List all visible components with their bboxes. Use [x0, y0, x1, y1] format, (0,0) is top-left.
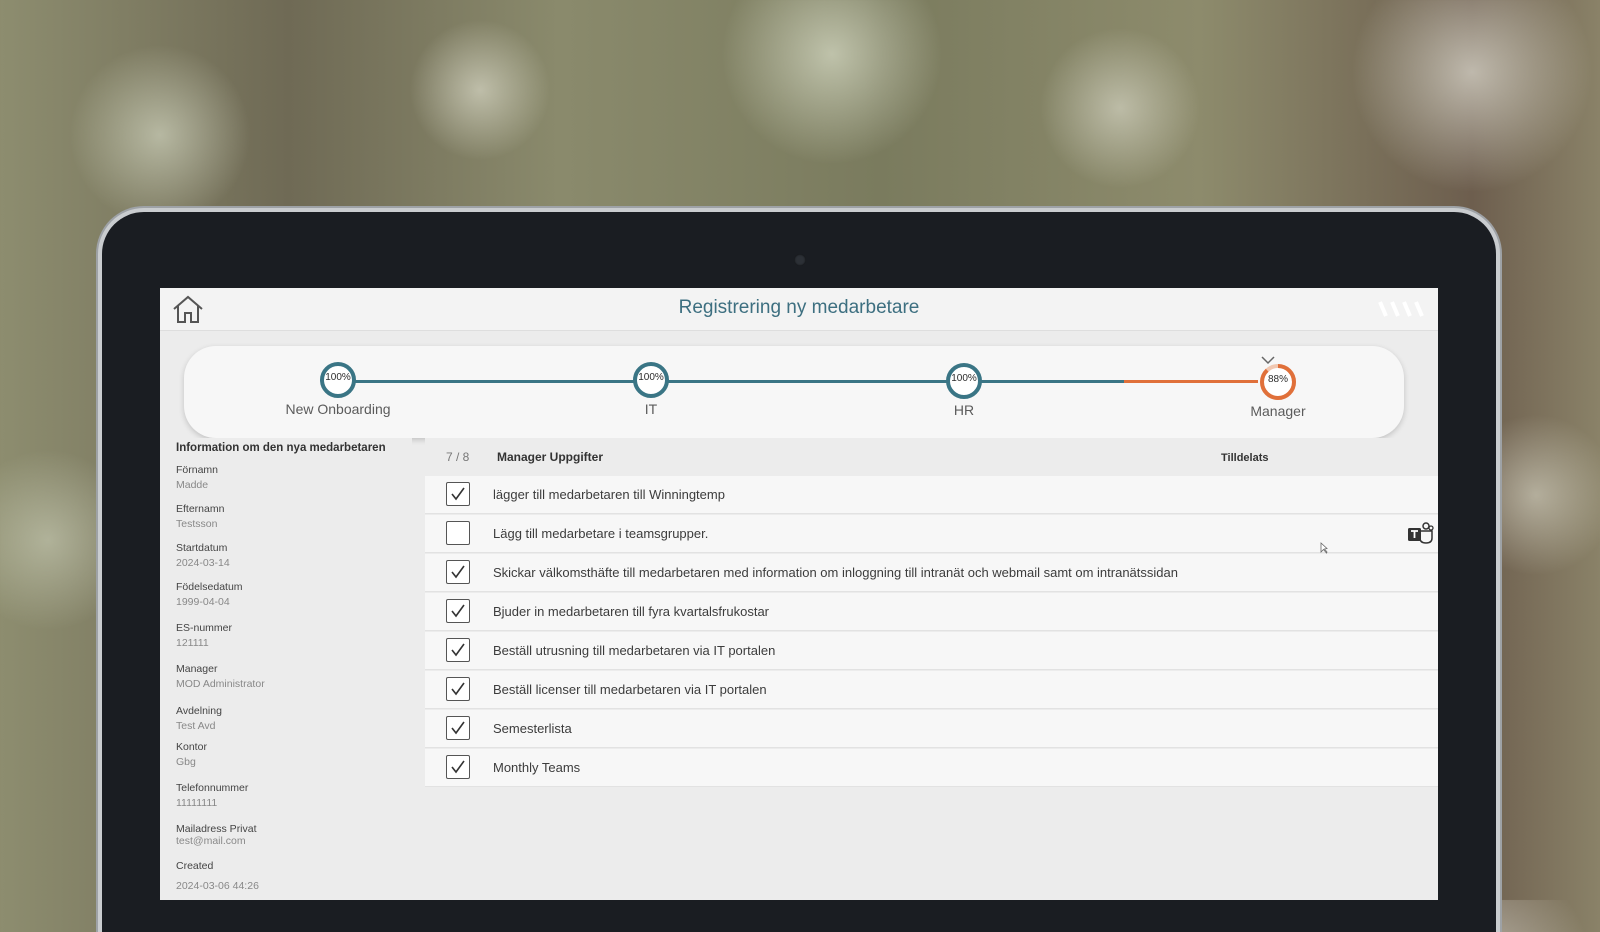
teams-icon[interactable]	[1406, 521, 1434, 545]
field-label: Startdatum	[176, 542, 228, 554]
task-text: Monthly Teams	[493, 760, 581, 775]
info-panel-title: Information om den nya medarbetaren	[176, 442, 386, 454]
task-row[interactable]: Beställ utrusning till medarbetaren via …	[425, 632, 1438, 670]
field-label: Efternamn	[176, 503, 225, 515]
task-list-title: Manager Uppgifter	[497, 450, 604, 464]
task-checkbox[interactable]	[446, 716, 470, 740]
step-label: HR	[953, 402, 975, 418]
app-screen: Registrering ny medarbetare 100% New Onb…	[160, 288, 1438, 900]
task-checkbox[interactable]	[446, 521, 470, 545]
step-label: IT	[644, 401, 658, 417]
step-it[interactable]: 100% IT	[591, 361, 711, 417]
field-last-name: Efternamn Testsson	[176, 503, 224, 530]
field-value: MOD Administrator	[176, 678, 265, 690]
task-checkbox[interactable]	[446, 599, 470, 623]
field-label: Manager	[176, 663, 218, 675]
field-start-date: Startdatum 2024-03-14	[176, 542, 230, 569]
check-icon	[451, 760, 465, 774]
step-label: New Onboarding	[285, 401, 391, 417]
field-es-number: ES-nummer 121111	[176, 622, 232, 649]
field-value: test@mail.com	[176, 835, 246, 847]
step-percent: 100%	[638, 372, 664, 383]
task-text: Lägg till medarbetare i teamsgrupper.	[493, 526, 709, 541]
field-value: 2024-03-14	[176, 557, 230, 569]
field-label: Telefonnummer	[176, 782, 249, 794]
task-text: Beställ utrusning till medarbetaren via …	[493, 643, 776, 658]
check-icon	[451, 682, 465, 696]
top-bar: Registrering ny medarbetare	[160, 288, 1438, 331]
task-text: Bjuder in medarbetaren till fyra kvartal…	[493, 604, 770, 619]
employee-info-panel: Information om den nya medarbetaren Förn…	[160, 438, 412, 900]
field-value: 1999-04-04	[176, 596, 230, 608]
task-count: 7 / 8	[446, 450, 470, 464]
field-label: Avdelning	[176, 705, 222, 717]
field-value: Gbg	[176, 756, 196, 768]
task-row[interactable]: Skickar välkomsthäfte till medarbetaren …	[425, 554, 1438, 592]
task-row[interactable]: Semesterlista	[425, 710, 1438, 748]
check-icon	[451, 721, 465, 735]
brand-logo-icon	[1378, 300, 1430, 318]
task-list-panel: 7 / 8 Manager Uppgifter Tilldelats lägge…	[425, 438, 1438, 900]
step-hr[interactable]: 100% HR	[904, 362, 1024, 418]
field-office: Kontor Gbg	[176, 741, 207, 768]
field-value: 121111	[176, 637, 209, 649]
field-manager: Manager MOD Administrator	[176, 663, 265, 690]
field-label: Förnamn	[176, 464, 219, 476]
task-row[interactable]: Beställ licenser till medarbetaren via I…	[425, 671, 1438, 709]
camera-dot	[794, 254, 806, 266]
field-value: Test Avd	[176, 720, 216, 732]
mouse-cursor-icon	[1320, 541, 1328, 554]
field-value: Madde	[176, 479, 209, 491]
field-label: ES-nummer	[176, 622, 233, 634]
field-label: Created	[176, 860, 214, 872]
task-text: Skickar välkomsthäfte till medarbetaren …	[493, 565, 1178, 580]
task-checkbox[interactable]	[446, 560, 470, 584]
task-row[interactable]: Monthly Teams	[425, 749, 1438, 787]
field-birth-date: Födelsedatum 1999-04-04	[176, 581, 243, 608]
task-text: Semesterlista	[493, 721, 572, 736]
task-row[interactable]: Bjuder in medarbetaren till fyra kvartal…	[425, 593, 1438, 631]
task-checkbox[interactable]	[446, 677, 470, 701]
check-icon	[451, 604, 465, 618]
field-private-email: Mailadress Privat test@mail.com	[176, 823, 257, 847]
step-manager[interactable]: 88% Manager	[1218, 363, 1338, 419]
field-value: Testsson	[176, 518, 218, 530]
step-percent: 100%	[325, 372, 351, 383]
task-row[interactable]: Lägg till medarbetare i teamsgrupper.	[425, 515, 1438, 554]
step-label: Manager	[1250, 403, 1306, 419]
assigned-column-header: Tilldelats	[1221, 452, 1269, 464]
field-phone: Telefonnummer 11111111	[176, 782, 248, 809]
task-checkbox[interactable]	[446, 638, 470, 662]
field-value: 11111111	[176, 797, 218, 809]
task-row[interactable]: lägger till medarbetaren till Winningtem…	[425, 476, 1438, 514]
check-icon	[451, 643, 465, 657]
check-icon	[451, 565, 465, 579]
field-created: Created 2024-03-06 44:26	[176, 860, 259, 892]
field-label: Mailadress Privat	[176, 823, 257, 835]
page-title: Registrering ny medarbetare	[678, 297, 920, 318]
field-department: Avdelning Test Avd	[176, 705, 222, 732]
task-text: Beställ licenser till medarbetaren via I…	[493, 682, 767, 697]
field-value: 2024-03-06 44:26	[176, 880, 259, 892]
chevron-down-icon[interactable]	[1260, 352, 1276, 365]
step-new-onboarding[interactable]: 100% New Onboarding	[278, 361, 398, 417]
task-list-header: 7 / 8 Manager Uppgifter Tilldelats	[425, 438, 1438, 476]
check-icon	[451, 487, 465, 501]
task-text: lägger till medarbetaren till Winningtem…	[493, 487, 725, 502]
field-label: Kontor	[176, 741, 207, 753]
step-percent: 88%	[1267, 374, 1288, 385]
step-percent: 100%	[951, 373, 977, 384]
progress-stepper: 100% New Onboarding 100% IT 100% HR 88% …	[184, 346, 1404, 438]
task-checkbox[interactable]	[446, 755, 470, 779]
task-checkbox[interactable]	[446, 482, 470, 506]
field-label: Födelsedatum	[176, 581, 243, 593]
field-first-name: Förnamn Madde	[176, 464, 218, 491]
